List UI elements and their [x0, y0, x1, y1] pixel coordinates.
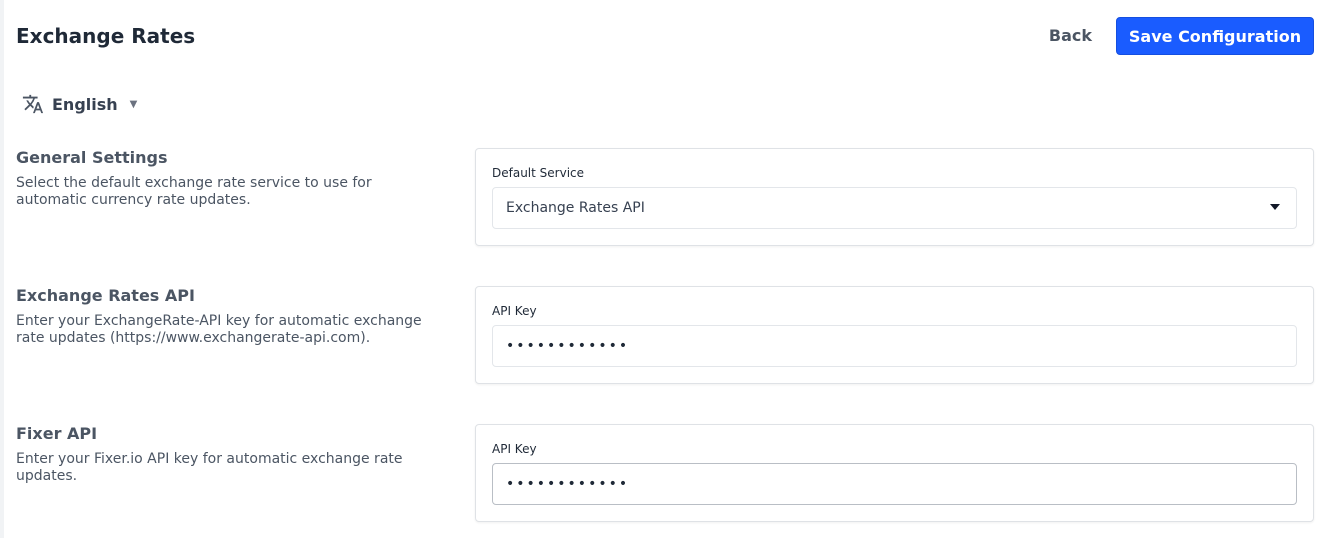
section-info: Exchange Rates API Enter your ExchangeRa…	[16, 286, 446, 347]
back-button[interactable]: Back	[1041, 18, 1100, 54]
settings-card: API Key ••••••••••••	[475, 286, 1314, 384]
section-description: Enter your ExchangeRate-API key for auto…	[16, 313, 422, 346]
page-header: Exchange Rates Back Save Configuration	[16, 16, 1314, 56]
save-configuration-button[interactable]: Save Configuration	[1116, 17, 1314, 55]
default-service-select[interactable]: Exchange Rates API	[492, 187, 1297, 229]
section-title: Fixer API	[16, 424, 98, 443]
language-label: English	[52, 94, 118, 114]
section-title: General Settings	[16, 148, 168, 167]
section-description: Enter your Fixer.io API key for automati…	[16, 451, 403, 484]
language-selector[interactable]: English ▼	[22, 90, 137, 118]
masked-value: ••••••••••••	[506, 338, 630, 354]
select-value: Exchange Rates API	[506, 200, 645, 216]
settings-card: API Key ••••••••••••	[475, 424, 1314, 522]
translate-icon	[22, 93, 44, 115]
settings-card: Default Service Exchange Rates API	[475, 148, 1314, 246]
chevron-down-icon: ▼	[129, 98, 138, 110]
section-title: Exchange Rates API	[16, 286, 195, 305]
section-info: Fixer API Enter your Fixer.io API key fo…	[16, 424, 446, 485]
section-description: Select the default exchange rate service…	[16, 175, 372, 208]
left-edge-divider	[0, 0, 4, 538]
page-title: Exchange Rates	[16, 24, 196, 48]
section-info: General Settings Select the default exch…	[16, 148, 446, 209]
field-label: API Key	[492, 304, 537, 318]
caret-down-icon	[1270, 204, 1280, 210]
field-label: Default Service	[492, 166, 585, 180]
fixer-api-key-input[interactable]: ••••••••••••	[492, 463, 1297, 505]
masked-value: ••••••••••••	[506, 476, 630, 492]
exchange-rates-api-key-input[interactable]: ••••••••••••	[492, 325, 1297, 367]
field-label: API Key	[492, 442, 537, 456]
